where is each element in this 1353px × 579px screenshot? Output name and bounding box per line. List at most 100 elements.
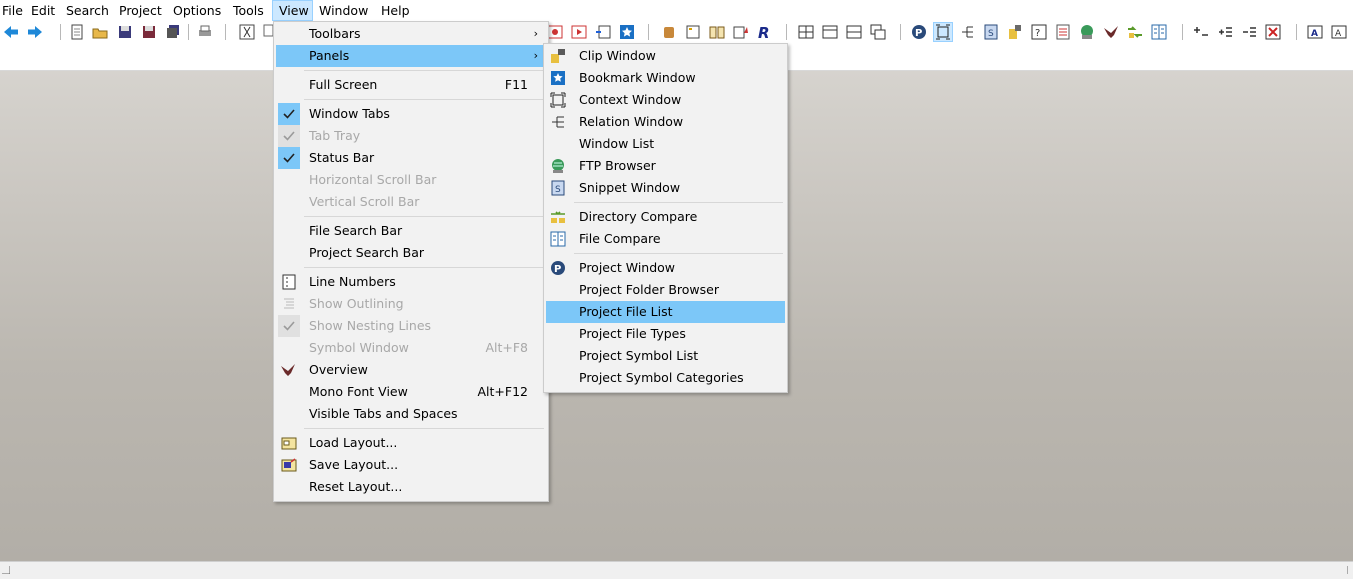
play-macro-icon[interactable] — [570, 23, 588, 41]
menu-search[interactable]: Search — [60, 0, 115, 21]
expand-icon[interactable] — [1216, 23, 1234, 41]
help-window-icon[interactable]: ? — [1030, 23, 1048, 41]
book-icon[interactable] — [708, 23, 726, 41]
grip-icon[interactable] — [2, 566, 10, 574]
context-window-icon[interactable] — [933, 22, 953, 42]
submenu-item-directory-compare[interactable]: Directory Compare — [546, 206, 785, 228]
menu-item-overview[interactable]: Overview — [276, 359, 546, 381]
menu-item-label: Window List — [579, 136, 655, 151]
submenu-item-context-window[interactable]: Context Window — [546, 89, 785, 111]
menu-item-label: Overview — [309, 362, 368, 377]
font-a-icon[interactable]: A — [1306, 23, 1324, 41]
menu-item-tab-tray[interactable]: Tab Tray — [276, 125, 546, 147]
load-layout-icon — [281, 437, 297, 450]
star-bookmark-icon[interactable] — [618, 23, 636, 41]
clip-window-icon[interactable] — [1006, 23, 1024, 41]
hand-icon[interactable] — [660, 23, 678, 41]
submenu-item-project-window[interactable]: P Project Window — [546, 257, 785, 279]
ftp-globe-icon[interactable] — [1078, 23, 1096, 41]
menu-item-line-numbers[interactable]: Line Numbers — [276, 271, 546, 293]
layout-top-icon[interactable] — [821, 23, 839, 41]
cut-icon[interactable] — [238, 23, 256, 41]
indent-icon[interactable] — [594, 23, 612, 41]
svg-text:R: R — [758, 24, 770, 41]
function-icon[interactable] — [732, 23, 750, 41]
print-icon[interactable] — [196, 23, 214, 41]
submenu-item-project-symbol-list[interactable]: Project Symbol List — [546, 345, 785, 367]
menu-item-label: Relation Window — [579, 114, 684, 129]
submenu-item-ftp-browser[interactable]: FTP Browser — [546, 155, 785, 177]
menu-view[interactable]: View — [272, 0, 313, 21]
clip-window-icon — [551, 49, 565, 63]
new-file-icon[interactable] — [68, 23, 86, 41]
menu-project[interactable]: Project — [113, 0, 168, 21]
menu-options[interactable]: Options — [167, 0, 227, 21]
main-toolbar: R P S ? A A — [0, 21, 1353, 43]
collapse-icon[interactable] — [1240, 23, 1258, 41]
close-x-icon[interactable] — [1264, 23, 1282, 41]
submenu-item-file-compare[interactable]: File Compare — [546, 228, 785, 250]
menu-separator — [304, 216, 544, 217]
r-logo-icon[interactable]: R — [756, 23, 774, 41]
menu-item-window-tabs[interactable]: Window Tabs — [276, 103, 546, 125]
open-folder-icon[interactable] — [91, 23, 109, 41]
menu-item-save-layout[interactable]: Save Layout... — [276, 454, 546, 476]
submenu-item-relation-window[interactable]: Relation Window — [546, 111, 785, 133]
menu-separator — [574, 202, 783, 203]
menu-item-symbol-window[interactable]: Symbol Window Alt+F8 — [276, 337, 546, 359]
menu-item-full-screen[interactable]: Full Screen F11 — [276, 74, 546, 96]
menu-item-panels[interactable]: Panels › — [276, 45, 546, 67]
save-all-icon[interactable] — [164, 23, 182, 41]
file-compare-icon[interactable] — [1150, 23, 1168, 41]
menu-item-label: Tab Tray — [309, 128, 361, 143]
menu-item-load-layout[interactable]: Load Layout... — [276, 432, 546, 454]
submenu-item-project-file-types[interactable]: Project File Types — [546, 323, 785, 345]
font-a-icon[interactable]: A — [1330, 23, 1348, 41]
submenu-item-project-file-list[interactable]: Project File List — [546, 301, 785, 323]
cascade-icon[interactable] — [869, 23, 887, 41]
menu-help[interactable]: Help — [375, 0, 416, 21]
menu-item-project-search-bar[interactable]: Project Search Bar — [276, 242, 546, 264]
menu-item-toolbars[interactable]: Toolbars › — [276, 23, 546, 45]
word-icon[interactable] — [684, 23, 702, 41]
snippet-icon[interactable]: S — [982, 23, 1000, 41]
menu-window[interactable]: Window — [313, 0, 374, 21]
menu-edit[interactable]: Edit — [25, 0, 61, 21]
submenu-item-project-folder-browser[interactable]: Project Folder Browser — [546, 279, 785, 301]
menu-item-show-nesting-lines[interactable]: Show Nesting Lines — [276, 315, 546, 337]
submenu-item-bookmark-window[interactable]: Bookmark Window — [546, 67, 785, 89]
layout-split-icon[interactable] — [845, 23, 863, 41]
forward-arrow-icon[interactable] — [26, 23, 44, 41]
menu-item-label: Panels — [309, 48, 350, 63]
menu-item-horizontal-scroll-bar[interactable]: Horizontal Scroll Bar — [276, 169, 546, 191]
menu-item-file-search-bar[interactable]: File Search Bar — [276, 220, 546, 242]
menu-item-visible-tabs-and-spaces[interactable]: Visible Tabs and Spaces — [276, 403, 546, 425]
save-icon[interactable] — [116, 23, 134, 41]
layout-grid-icon[interactable] — [797, 23, 815, 41]
submenu-item-snippet-window[interactable]: S Snippet Window — [546, 177, 785, 199]
menu-item-mono-font-view[interactable]: Mono Font View Alt+F12 — [276, 381, 546, 403]
submenu-item-window-list[interactable]: Window List — [546, 133, 785, 155]
submenu-item-project-symbol-categories[interactable]: Project Symbol Categories — [546, 367, 785, 389]
menu-tools[interactable]: Tools — [227, 0, 270, 21]
relation-window-icon[interactable] — [958, 23, 976, 41]
save-as-icon[interactable] — [140, 23, 158, 41]
bird-icon[interactable] — [1102, 23, 1120, 41]
back-arrow-icon[interactable] — [2, 23, 20, 41]
menu-item-status-bar[interactable]: Status Bar — [276, 147, 546, 169]
project-window-icon[interactable]: P — [910, 23, 928, 41]
menu-item-show-outlining[interactable]: Show Outlining — [276, 293, 546, 315]
menu-item-label: Reset Layout... — [309, 479, 403, 494]
svg-text:S: S — [555, 185, 561, 195]
menu-item-reset-layout[interactable]: Reset Layout... — [276, 476, 546, 498]
grip-icon[interactable] — [1340, 566, 1348, 574]
menu-item-label: File Search Bar — [309, 223, 403, 238]
submenu-item-clip-window[interactable]: Clip Window — [546, 45, 785, 67]
toolbar-separator — [225, 24, 226, 40]
plus-minus-icon[interactable] — [1192, 23, 1210, 41]
menu-item-vertical-scroll-bar[interactable]: Vertical Scroll Bar — [276, 191, 546, 213]
save-layout-icon — [281, 458, 297, 472]
menu-item-label: Status Bar — [309, 150, 375, 165]
search-results-icon[interactable] — [1054, 23, 1072, 41]
directory-compare-icon[interactable] — [1126, 23, 1144, 41]
